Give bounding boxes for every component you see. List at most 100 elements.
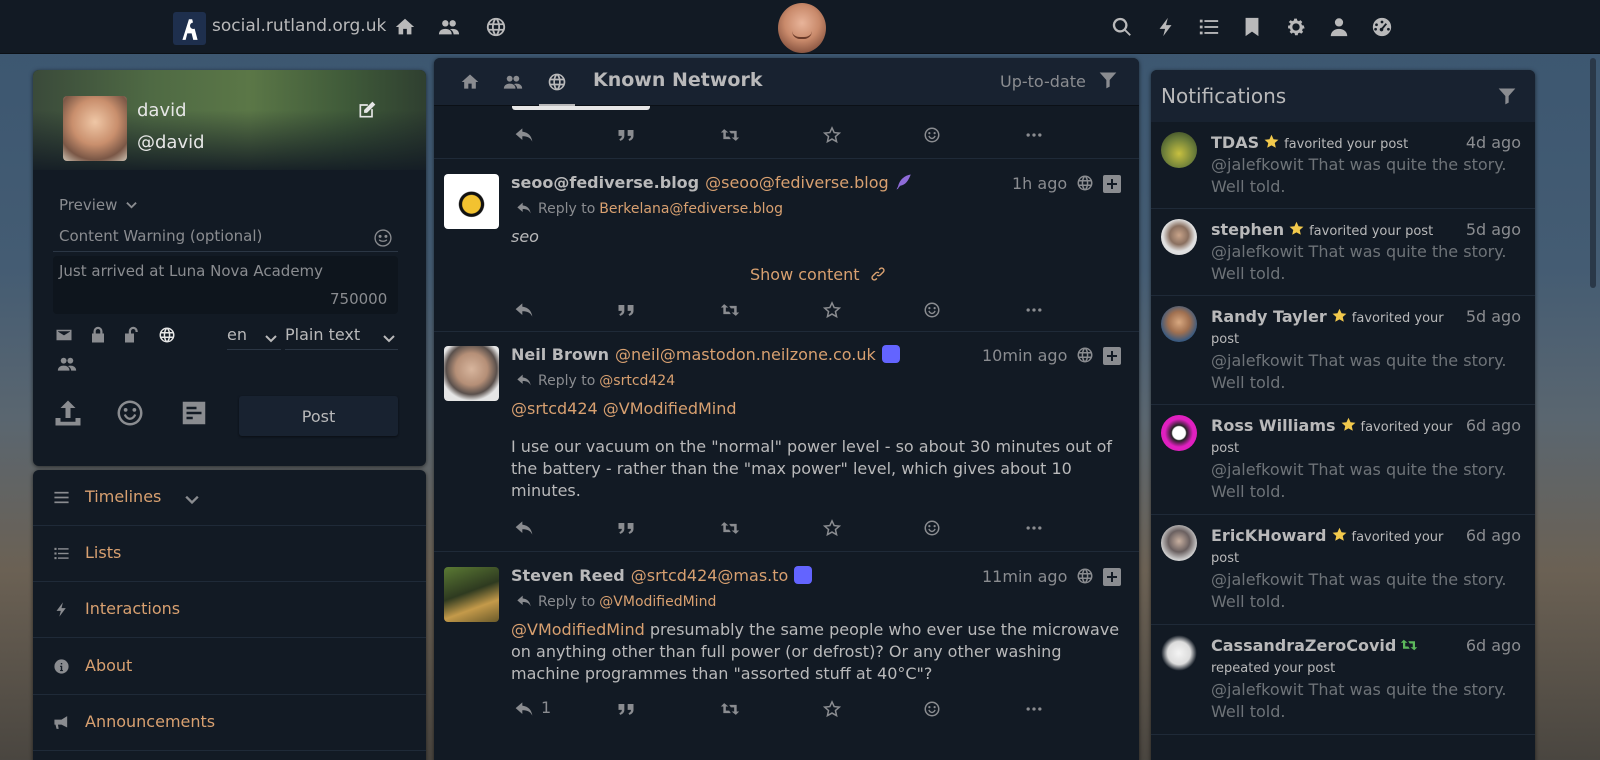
filter-icon[interactable] [1497, 86, 1519, 108]
mention-link[interactable]: @VModifiedMind [511, 620, 645, 639]
author-name[interactable]: EricKHoward [1211, 526, 1327, 545]
known-network-tab-icon[interactable] [539, 68, 575, 106]
list-icon[interactable] [1196, 14, 1222, 40]
repeat-icon[interactable] [720, 698, 744, 720]
page-scrollbar[interactable] [1590, 58, 1596, 288]
quote-icon[interactable] [616, 124, 640, 146]
author-name[interactable]: Ross Williams [1211, 416, 1336, 435]
friends-timeline-tab-icon[interactable] [499, 68, 527, 96]
poll-icon[interactable] [179, 398, 211, 430]
author-name[interactable]: stephen [1211, 220, 1284, 239]
notification-item[interactable]: CassandraZeroCovid repeated your post 6d… [1151, 625, 1535, 735]
nav-item-timelines[interactable]: Timelines [33, 470, 426, 526]
status-author[interactable]: seoo@fediverse.blog @seoo@fediverse.blog [511, 173, 913, 192]
notification-avatar[interactable] [1161, 635, 1197, 671]
notification-excerpt[interactable]: @jalefkowit That was quite the story. We… [1211, 241, 1521, 285]
friends-icon[interactable] [436, 14, 462, 40]
timeline-status[interactable]: Up-to-date [1000, 72, 1086, 91]
notification-time[interactable]: 4d ago [1466, 133, 1521, 152]
dashboard-icon[interactable] [1369, 14, 1395, 40]
preview-toggle[interactable]: Preview [59, 196, 137, 214]
notification-time[interactable]: 5d ago [1466, 220, 1521, 239]
reply-icon[interactable] [514, 698, 538, 720]
author-name[interactable]: Randy Tayler [1211, 307, 1327, 326]
unlisted-scope-unlock-icon[interactable] [122, 326, 144, 348]
status-avatar[interactable] [444, 174, 499, 229]
user-avatar[interactable] [63, 96, 127, 161]
emoji-picker-icon[interactable] [373, 228, 395, 250]
status-time[interactable]: 11min ago [982, 567, 1067, 586]
notification-avatar[interactable] [1161, 525, 1197, 561]
expand-icon[interactable] [1103, 347, 1121, 365]
expand-icon[interactable] [1103, 175, 1121, 193]
quote-icon[interactable] [616, 299, 640, 321]
favorite-star-icon[interactable] [822, 698, 846, 720]
public-scope-globe-icon[interactable] [158, 326, 180, 348]
user-display-name[interactable]: david [137, 100, 187, 121]
notification-time[interactable]: 5d ago [1466, 307, 1521, 326]
more-options-icon[interactable] [1024, 124, 1048, 146]
status-avatar[interactable] [444, 346, 499, 401]
gear-icon[interactable] [1283, 14, 1309, 40]
home-icon[interactable] [392, 14, 418, 40]
repeat-icon[interactable] [720, 124, 744, 146]
show-content-link[interactable]: Show content [750, 265, 887, 284]
user-shield-icon[interactable] [1326, 14, 1352, 40]
format-select[interactable]: Plain text [285, 320, 398, 350]
author-handle[interactable]: @seoo@fediverse.blog [705, 173, 889, 192]
bolt-icon[interactable] [1153, 14, 1179, 40]
notification-avatar[interactable] [1161, 219, 1197, 255]
quote-icon[interactable] [616, 517, 640, 539]
notification-excerpt[interactable]: @jalefkowit That was quite the story. We… [1211, 459, 1521, 503]
notification-excerpt[interactable]: @jalefkowit That was quite the story. We… [1211, 350, 1521, 394]
nav-item-lists[interactable]: Lists [33, 526, 426, 582]
author-handle[interactable]: @neil@mastodon.neilzone.co.uk [615, 345, 876, 364]
reply-to-account[interactable]: @VModifiedMind [599, 594, 716, 610]
private-scope-lock-icon[interactable] [89, 326, 111, 348]
notification-time[interactable]: 6d ago [1466, 416, 1521, 435]
status-author[interactable]: Neil Brown @neil@mastodon.neilzone.co.uk [511, 345, 900, 364]
react-emoji-icon[interactable] [922, 517, 946, 539]
repeat-icon[interactable] [720, 517, 744, 539]
edit-profile-icon[interactable] [357, 100, 379, 122]
notification-time[interactable]: 6d ago [1466, 636, 1521, 655]
search-icon[interactable] [1109, 14, 1135, 40]
react-emoji-icon[interactable] [922, 698, 946, 720]
more-options-icon[interactable] [1024, 517, 1048, 539]
reply-icon[interactable] [514, 299, 538, 321]
content-warning-input[interactable] [53, 220, 398, 252]
bookmark-icon[interactable] [1239, 14, 1265, 40]
filter-icon[interactable] [1098, 70, 1120, 92]
favorite-star-icon[interactable] [822, 299, 846, 321]
globe-icon[interactable] [483, 14, 509, 40]
mention-link[interactable]: @VModifiedMind [603, 399, 737, 418]
author-name[interactable]: TDAS [1211, 133, 1259, 152]
author-name[interactable]: CassandraZeroCovid [1211, 636, 1396, 655]
reply-to-account[interactable]: Berkelana@fediverse.blog [599, 201, 783, 217]
notification-time[interactable]: 6d ago [1466, 526, 1521, 545]
notification-excerpt[interactable]: @jalefkowit That was quite the story. We… [1211, 154, 1521, 198]
notification-item[interactable]: EricKHoward favorited your post 6d ago @j… [1151, 515, 1535, 625]
emoji-icon[interactable] [115, 398, 147, 430]
more-options-icon[interactable] [1024, 698, 1048, 720]
status-avatar[interactable] [444, 567, 499, 622]
quote-icon[interactable] [616, 698, 640, 720]
status-time[interactable]: 10min ago [982, 346, 1067, 365]
nav-item-announcements[interactable]: Announcements [33, 695, 426, 751]
reply-to-account[interactable]: @srtcd424 [599, 373, 675, 389]
notification-item[interactable]: TDAS favorited your post 4d ago @jalefkow… [1151, 122, 1535, 209]
reply-icon[interactable] [514, 517, 538, 539]
notification-avatar[interactable] [1161, 306, 1197, 342]
site-name-link[interactable]: social.rutland.org.uk [212, 16, 386, 36]
notification-excerpt[interactable]: @jalefkowit That was quite the story. We… [1211, 679, 1521, 723]
notification-excerpt[interactable]: @jalefkowit That was quite the story. We… [1211, 569, 1521, 613]
direct-scope-envelope-icon[interactable] [55, 326, 77, 348]
group-scope-icon[interactable] [57, 354, 79, 376]
post-button[interactable]: Post [239, 396, 398, 436]
nav-item-interactions[interactable]: Interactions [33, 582, 426, 638]
react-emoji-icon[interactable] [922, 299, 946, 321]
nav-item-about[interactable]: About [33, 639, 426, 695]
reply-icon[interactable] [514, 124, 538, 146]
status-author[interactable]: Steven Reed @srtcd424@mas.to [511, 566, 813, 585]
favorite-star-icon[interactable] [822, 124, 846, 146]
